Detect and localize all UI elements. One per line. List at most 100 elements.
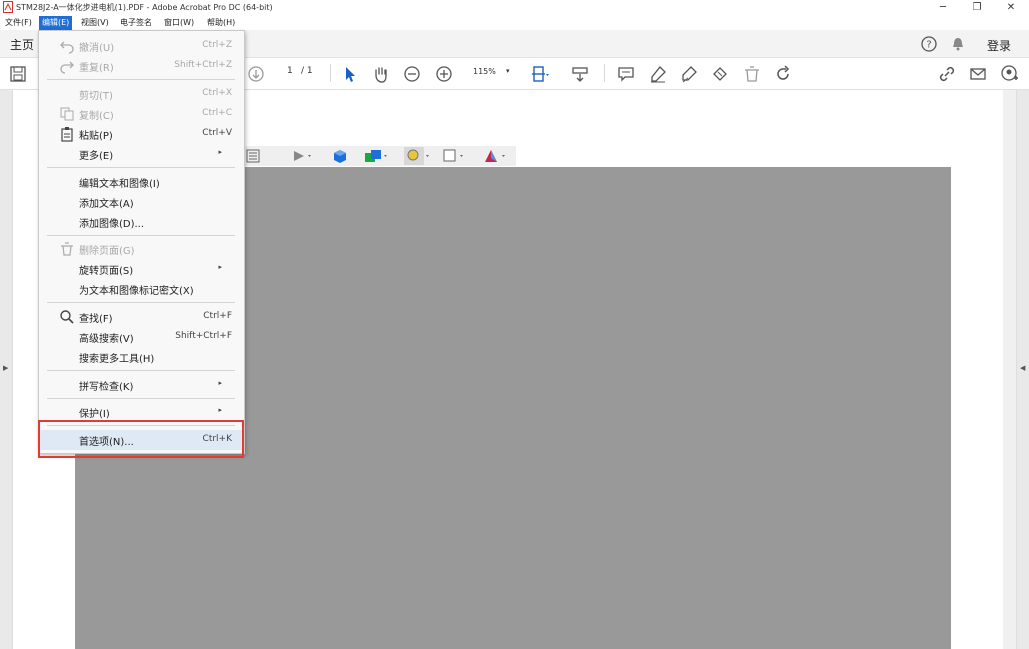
hand-tool-icon[interactable] <box>371 64 391 84</box>
menu-add-text[interactable]: 添加文本(A) <box>39 192 244 212</box>
submenu-arrow-icon: ▸ <box>218 379 222 387</box>
background-color-icon[interactable] <box>442 148 468 164</box>
close-button[interactable]: ✕ <box>994 0 1028 16</box>
menu-find-label: 查找(F) <box>79 314 113 325</box>
menu-redact-label: 为文本和图像标记密文(X) <box>79 286 194 297</box>
mail-icon[interactable] <box>968 64 988 84</box>
menu-separator <box>47 167 235 168</box>
select-tool-icon[interactable] <box>340 64 360 84</box>
highlight-icon[interactable] <box>648 64 668 84</box>
3d-views-icon[interactable] <box>364 148 390 164</box>
page-total: / 1 <box>301 66 313 76</box>
help-icon[interactable]: ? <box>921 36 937 52</box>
model-tree-icon[interactable] <box>246 149 260 163</box>
toolbar-divider <box>330 64 331 82</box>
menu-redo-shortcut: Shift+Ctrl+Z <box>174 60 232 70</box>
menu-add-image[interactable]: 添加图像(D)... <box>39 212 244 232</box>
play-animation-icon[interactable] <box>292 149 314 163</box>
stamp-icon[interactable] <box>710 64 730 84</box>
menu-paste-shortcut: Ctrl+V <box>202 128 232 138</box>
title-bar: STM28J2-A一体化步进电机(1).PDF - Adobe Acrobat … <box>0 0 1029 16</box>
submenu-arrow-icon: ▸ <box>218 263 222 271</box>
bell-icon[interactable] <box>951 36 965 52</box>
menu-view[interactable]: 视图(V) <box>78 16 112 30</box>
rotate-icon[interactable] <box>773 64 793 84</box>
menu-copy[interactable]: 复制(C) Ctrl+C <box>39 104 244 124</box>
menu-undo-label: 撤消(U) <box>79 43 115 54</box>
right-panel-toggle[interactable]: ◀ <box>1016 90 1029 649</box>
undo-icon <box>60 41 74 54</box>
trash-icon <box>61 242 73 256</box>
page-current[interactable]: 1 <box>287 66 293 76</box>
menu-add-image-label: 添加图像(D)... <box>79 219 145 230</box>
menu-cut-shortcut: Ctrl+X <box>202 88 232 98</box>
user-add-icon[interactable] <box>1000 64 1020 84</box>
menu-delete-page[interactable]: 删除页面(G) <box>39 239 244 259</box>
lighting-icon[interactable] <box>404 147 432 165</box>
menu-edit[interactable]: 编辑(E) <box>39 16 73 30</box>
menu-esign[interactable]: 电子签名 <box>117 16 155 30</box>
restore-button[interactable]: ❐ <box>960 0 994 16</box>
highlight-annotation-box <box>38 420 244 458</box>
menu-separator <box>47 398 235 399</box>
menu-search-more-tools[interactable]: 搜索更多工具(H) <box>39 347 244 367</box>
menu-rotate-page[interactable]: 旋转页面(S) ▸ <box>39 259 244 279</box>
menu-spell-check[interactable]: 拼写检查(K) ▸ <box>39 375 244 395</box>
expand-left-icon[interactable]: ◀ <box>1020 364 1025 372</box>
menu-protect[interactable]: 保护(I) ▸ <box>39 402 244 422</box>
menu-separator <box>47 370 235 371</box>
draw-icon[interactable] <box>679 64 699 84</box>
save-icon[interactable] <box>8 64 28 84</box>
menu-advanced-search[interactable]: 高级搜索(V) Shift+Ctrl+F <box>39 327 244 347</box>
menu-file[interactable]: 文件(F) <box>2 16 35 30</box>
delete-icon[interactable] <box>742 64 762 84</box>
tab-home[interactable]: 主页 <box>10 36 34 53</box>
page-fit-icon[interactable] <box>530 64 550 84</box>
submenu-arrow-icon: ▸ <box>218 406 222 414</box>
comment-icon[interactable] <box>616 64 636 84</box>
svg-text:?: ? <box>926 40 931 51</box>
menu-undo-shortcut: Ctrl+Z <box>202 40 232 50</box>
menu-find[interactable]: 查找(F) Ctrl+F <box>39 307 244 327</box>
share-link-icon[interactable] <box>937 64 957 84</box>
next-page-icon[interactable] <box>246 64 266 84</box>
menu-help[interactable]: 帮助(H) <box>204 16 238 30</box>
menu-search-more-tools-label: 搜索更多工具(H) <box>79 354 155 365</box>
menu-advanced-search-shortcut: Shift+Ctrl+F <box>175 331 232 341</box>
menu-bar: 文件(F) 编辑(E) 视图(V) 电子签名 窗口(W) 帮助(H) <box>0 16 1029 30</box>
menu-advanced-search-label: 高级搜索(V) <box>79 334 134 345</box>
menu-redo[interactable]: 重复(R) Shift+Ctrl+Z <box>39 56 244 76</box>
chevron-down-icon[interactable]: ▾ <box>506 67 510 75</box>
zoom-in-icon[interactable] <box>434 64 454 84</box>
minimize-button[interactable]: ─ <box>926 0 960 16</box>
login-button[interactable]: 登录 <box>987 37 1011 54</box>
window-title: STM28J2-A一体化步进电机(1).PDF - Adobe Acrobat … <box>16 3 273 12</box>
redo-icon <box>60 61 74 74</box>
zoom-value[interactable]: 115% <box>473 67 496 76</box>
3d-toolbar <box>244 146 516 166</box>
3d-cube-icon[interactable] <box>332 148 348 164</box>
menu-cut[interactable]: 剪切(T) Ctrl+X <box>39 84 244 104</box>
zoom-out-icon[interactable] <box>402 64 422 84</box>
menu-copy-shortcut: Ctrl+C <box>202 108 232 118</box>
expand-right-icon[interactable]: ▶ <box>3 364 8 372</box>
menu-more[interactable]: 更多(E) ▸ <box>39 144 244 164</box>
menu-redact[interactable]: 为文本和图像标记密文(X) <box>39 279 244 299</box>
cross-section-icon[interactable] <box>482 148 510 164</box>
menu-edit-text-image[interactable]: 编辑文本和图像(I) <box>39 172 244 192</box>
menu-more-label: 更多(E) <box>79 151 114 162</box>
menu-edit-text-image-label: 编辑文本和图像(I) <box>79 179 160 190</box>
menu-paste-label: 粘贴(P) <box>79 131 113 142</box>
menu-separator <box>47 235 235 236</box>
menu-copy-label: 复制(C) <box>79 111 114 122</box>
submenu-arrow-icon: ▸ <box>218 148 222 156</box>
menu-protect-label: 保护(I) <box>79 409 110 420</box>
menu-window[interactable]: 窗口(W) <box>161 16 197 30</box>
menu-undo[interactable]: 撤消(U) Ctrl+Z <box>39 36 244 56</box>
left-panel-toggle[interactable]: ▶ <box>0 90 13 649</box>
edit-menu-dropdown: 撤消(U) Ctrl+Z 重复(R) Shift+Ctrl+Z 剪切(T) Ct… <box>38 30 245 454</box>
menu-delete-page-label: 删除页面(G) <box>79 246 135 257</box>
scroll-mode-icon[interactable] <box>570 64 590 84</box>
menu-spell-check-label: 拼写检查(K) <box>79 382 134 393</box>
menu-paste[interactable]: 粘贴(P) Ctrl+V <box>39 124 244 144</box>
